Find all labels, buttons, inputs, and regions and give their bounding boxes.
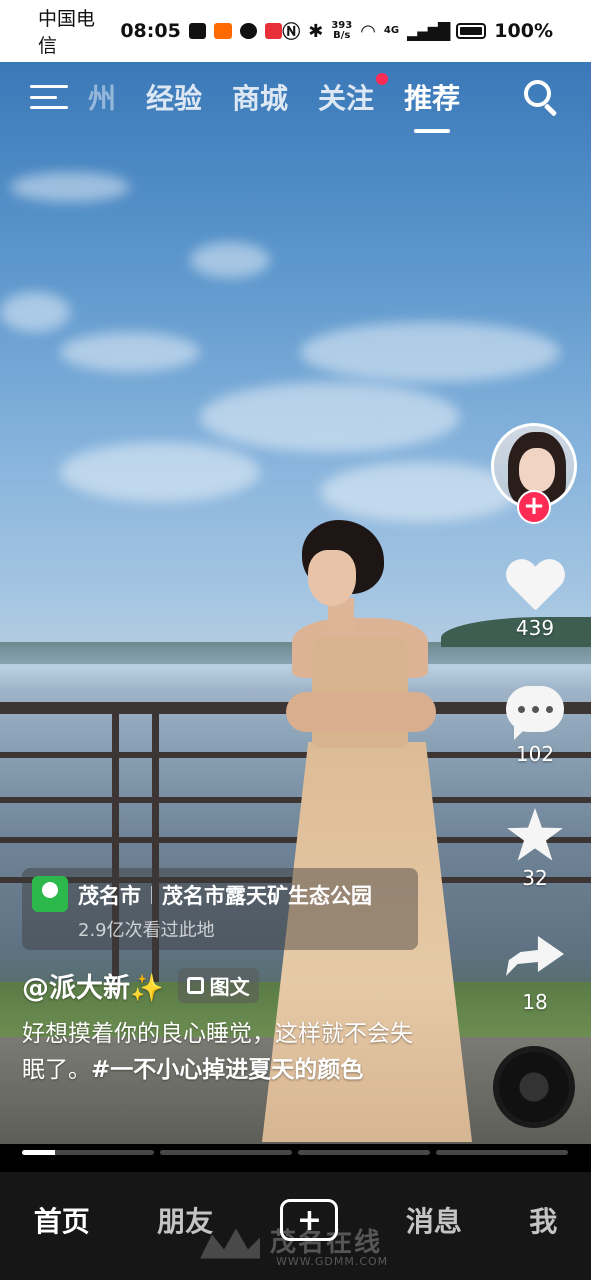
tab-following[interactable]: 关注 [318,73,389,117]
comment-button[interactable]: 102 [496,686,574,766]
image-progress [22,1150,568,1155]
author-name[interactable]: @派大新✨ [22,966,164,1005]
share-count: 18 [522,990,548,1014]
image-text-icon [186,977,204,994]
like-button[interactable]: 439 [496,560,574,640]
comment-icon [506,686,564,740]
network-type: 4G [383,25,400,36]
star-icon [507,808,563,861]
watermark-text: 茂名在线 [270,1228,383,1258]
cloud [60,442,260,502]
watermark-url: WWW.GDMM.COM [276,1255,389,1268]
cloud [60,332,200,372]
avatar-face [519,448,555,492]
mail-notification-icon [188,23,207,39]
post-type-badge: 图文 [177,968,259,1003]
cloud [300,322,560,382]
share-icon [506,936,564,976]
cloud [190,242,270,278]
status-bar: 中国电信 08:05 Ⓝ ✱ 393 B/s ◠ 4G ▂▄▆█ 100% [0,0,591,62]
like-count: 439 [515,616,555,640]
cloud [200,382,460,452]
battery-icon [456,23,487,39]
tab-following-label: 关注 [318,82,375,115]
post-caption[interactable]: 好想摸着你的良心睡觉，这样就不会失眠了。#一不小心掉进夏天的颜色 [22,1016,422,1088]
battery-level: 100% [494,20,553,42]
location-divider [151,886,152,904]
new-content-dot [376,73,389,85]
clock: 08:05 [120,20,181,42]
woman-face [308,550,356,606]
tab-local[interactable]: 州 [88,77,116,117]
search-icon[interactable] [521,77,561,117]
hashtag-link[interactable]: #一不小心掉进夏天的颜色 [91,1057,363,1083]
post-type-label: 图文 [209,975,250,999]
net-speed: 393 B/s [331,20,353,41]
woman-arms [286,692,436,732]
cloud [10,172,130,202]
menu-icon[interactable] [30,82,68,112]
progress-segment [160,1150,292,1155]
watermark: 茂名在线 WWW.GDMM.COM [200,1222,388,1268]
author-row: @派大新✨ 图文 [22,966,259,1005]
comment-count: 102 [515,742,555,766]
carrier-label: 中国电信 [38,8,96,57]
location-city: 茂名市 [78,884,141,908]
progress-segment [436,1150,568,1155]
chat-notification-icon [239,23,257,39]
app-notification-icon [264,23,283,39]
progress-segment [298,1150,430,1155]
nav-me[interactable]: 我 [529,1200,557,1240]
location-card[interactable]: 茂名市 茂名市露天矿生态公园 2.9亿次看过此地 [22,868,418,950]
location-views: 2.9亿次看过此地 [78,920,215,941]
share-button[interactable]: 18 [496,936,574,1014]
location-place: 茂名市露天矿生态公园 [162,884,372,908]
cloud [320,462,520,522]
tab-experience[interactable]: 经验 [146,77,202,117]
music-disc[interactable] [493,1046,575,1128]
tab-mall[interactable]: 商城 [232,77,288,117]
tab-recommend[interactable]: 推荐 [404,77,460,133]
nfc-icon: Ⓝ [282,22,301,43]
taobao-notification-icon [214,23,232,39]
watermark-logo [200,1228,260,1259]
nav-messages[interactable]: 消息 [406,1200,462,1240]
heart-icon [505,560,565,614]
location-title: 茂名市 茂名市露天矿生态公园 [78,880,372,910]
signal-icon: ▂▄▆█ [407,21,450,41]
top-nav: 州 经验 商城 关注 推荐 [0,62,591,133]
wifi-icon: ◠ [360,20,376,42]
cloud [0,292,70,332]
railing-bar [0,797,591,803]
follow-button[interactable]: + [517,490,551,524]
favorite-count: 32 [522,866,548,890]
nav-home[interactable]: 首页 [34,1200,90,1240]
progress-segment [22,1150,154,1155]
bluetooth-icon: ✱ [308,20,324,42]
favorite-button[interactable]: 32 [496,808,574,890]
location-pin-icon [32,876,68,912]
